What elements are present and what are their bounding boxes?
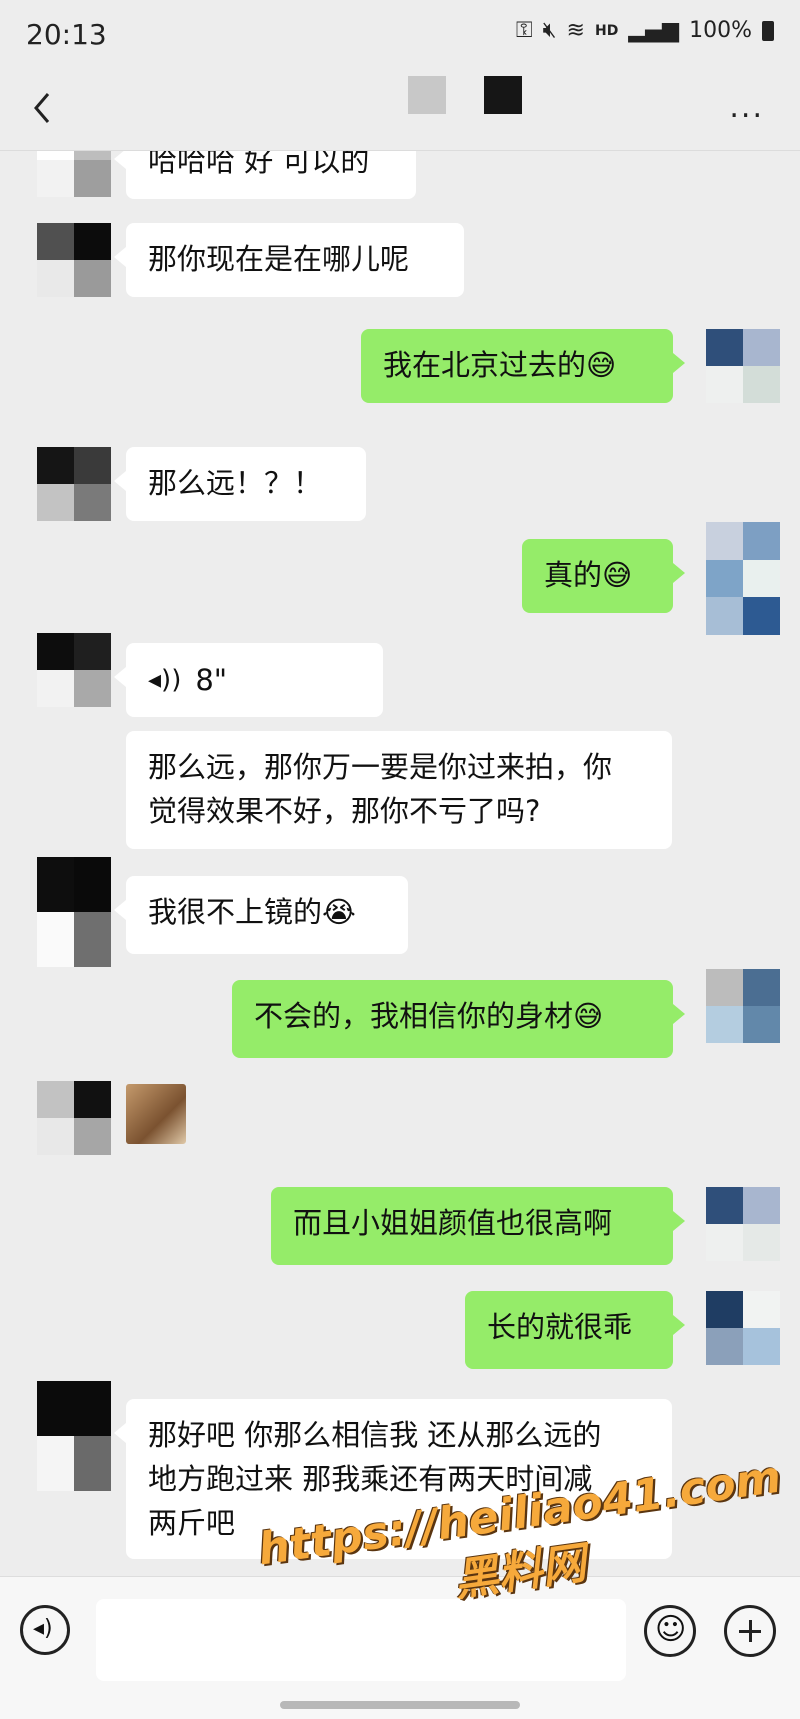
back-arrow-icon[interactable] xyxy=(28,88,58,128)
redacted-block xyxy=(484,76,522,114)
user-avatar[interactable] xyxy=(706,969,780,1043)
image-message[interactable] xyxy=(126,1084,186,1144)
contact-avatar[interactable] xyxy=(37,151,111,197)
message-bubble[interactable]: 我很不上镜的😭 xyxy=(114,876,408,954)
contact-avatar[interactable] xyxy=(37,633,111,707)
battery-percent: 100% xyxy=(689,18,752,43)
message-bubble[interactable]: 不会的，我相信你的身材😅 xyxy=(232,980,685,1058)
battery-icon xyxy=(762,20,774,41)
voice-message[interactable]: ◂)) 8" xyxy=(114,643,383,717)
voice-duration: 8" xyxy=(195,663,228,697)
emoji-button[interactable]: ☺ xyxy=(644,1605,696,1657)
status-icons: ⚿ 🔇︎ ≋ HD ▂▄▆ 100% xyxy=(516,18,774,43)
voice-icon: ◂) xyxy=(33,1616,53,1641)
user-avatar[interactable] xyxy=(706,1291,780,1365)
contact-avatar[interactable] xyxy=(37,447,111,521)
mute-icon: 🔇︎ xyxy=(542,18,557,43)
voice-input-button[interactable]: ◂) xyxy=(20,1605,70,1655)
message-bubble[interactable]: 我在北京过去的😅 xyxy=(361,329,685,403)
wifi-icon: ≋ xyxy=(566,18,585,43)
key-icon: ⚿ xyxy=(515,18,533,43)
voice-wave-icon: ◂)) xyxy=(148,665,182,695)
home-indicator[interactable] xyxy=(280,1701,520,1709)
message-bubble[interactable]: 那么远，那你万一要是你过来拍，你 觉得效果不好，那你不亏了吗? xyxy=(126,731,672,849)
contact-avatar[interactable] xyxy=(37,223,111,297)
status-bar: 20:13 ⚿ 🔇︎ ≋ HD ▂▄▆ 100% xyxy=(0,0,800,70)
smiley-icon: ☺ xyxy=(655,1612,687,1647)
message-bubble[interactable]: 哈哈哈 好 可以的 xyxy=(114,151,416,199)
more-options-icon[interactable]: ... xyxy=(729,90,764,125)
message-bubble[interactable]: 那么远！？！ xyxy=(114,447,366,521)
hd-label: HD xyxy=(594,22,619,39)
contact-avatar[interactable] xyxy=(37,857,111,967)
user-avatar[interactable] xyxy=(706,1187,780,1261)
signal-icon: ▂▄▆ xyxy=(628,18,680,43)
redacted-block xyxy=(408,76,446,114)
chat-messages: 哈哈哈 好 可以的 那你现在是在哪儿呢 我在北京过去的😅 那么远！？！ 真的😅 … xyxy=(0,151,800,1576)
add-attachment-button[interactable] xyxy=(724,1605,776,1657)
message-bubble[interactable]: 真的😅 xyxy=(522,539,685,613)
contact-avatar[interactable] xyxy=(37,1081,111,1155)
user-avatar[interactable] xyxy=(706,329,780,403)
chat-header: ... xyxy=(0,70,800,151)
user-avatar[interactable] xyxy=(706,522,780,635)
message-bubble[interactable]: 那你现在是在哪儿呢 xyxy=(114,223,464,297)
contact-avatar[interactable] xyxy=(37,1381,111,1491)
message-bubble[interactable]: 而且小姐姐颜值也很高啊 xyxy=(271,1187,685,1265)
status-time: 20:13 xyxy=(26,18,107,51)
message-bubble[interactable]: 长的就很乖 xyxy=(465,1291,685,1369)
